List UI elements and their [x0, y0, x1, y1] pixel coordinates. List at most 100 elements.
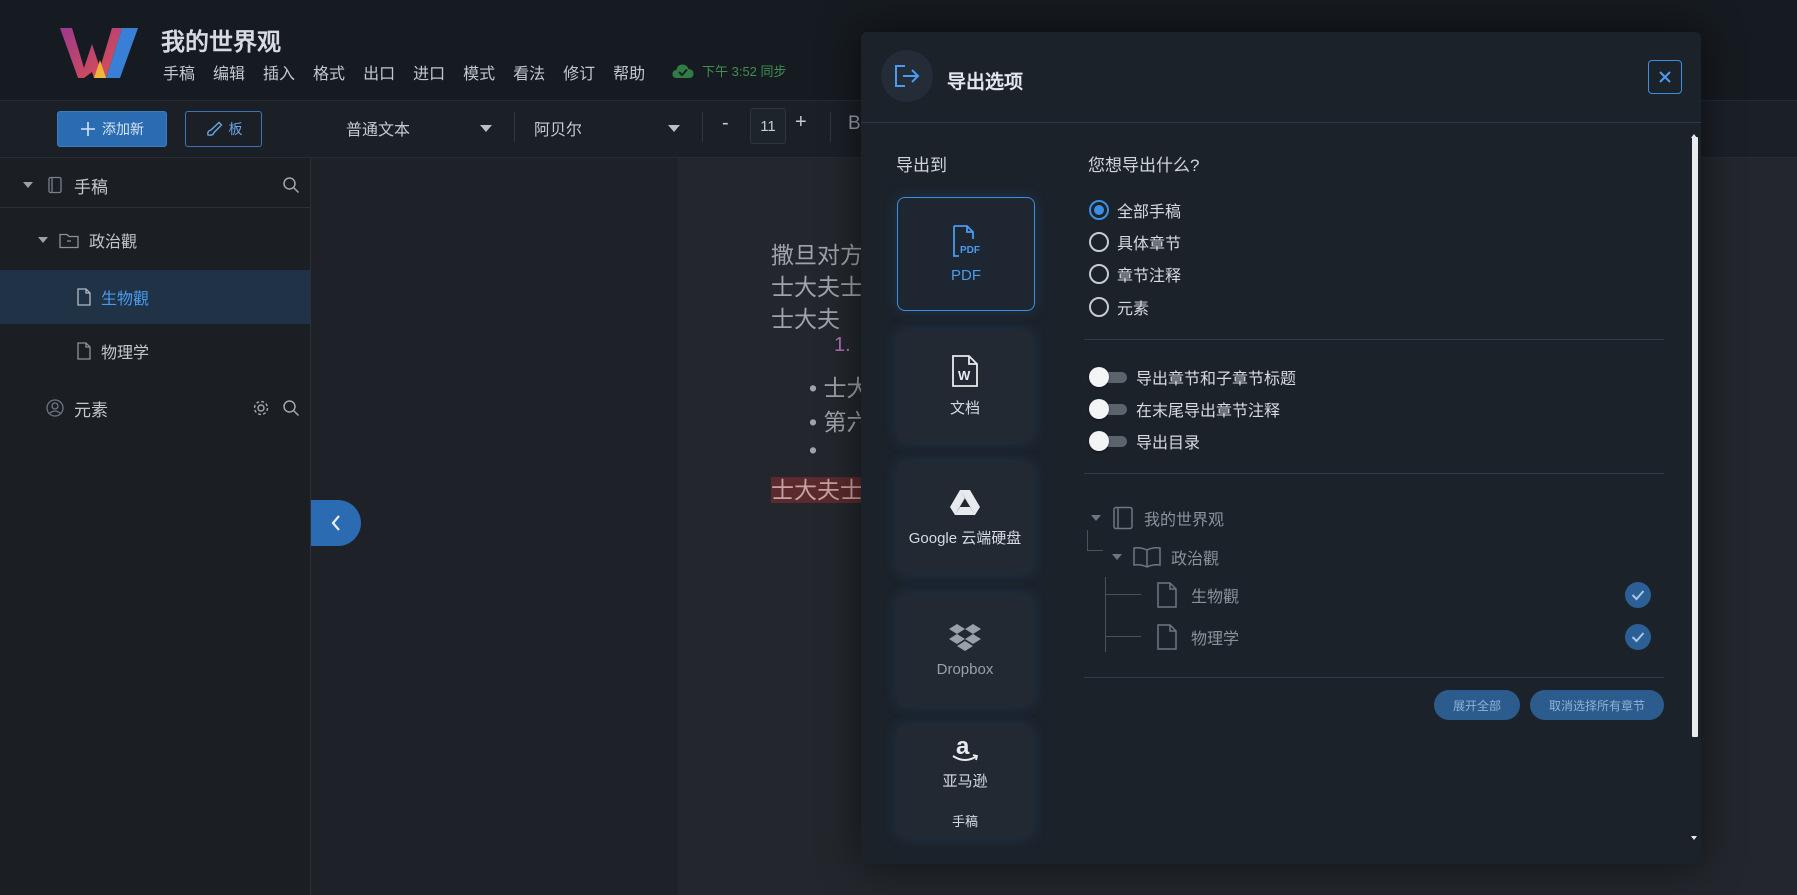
scrollbar-thumb[interactable] [1692, 137, 1698, 737]
toggle-switch[interactable] [1089, 431, 1127, 451]
menu-item-import[interactable]: 进口 [413, 60, 445, 84]
user-circle-icon [46, 399, 64, 417]
tree-connector [1105, 594, 1141, 595]
menu-item-view[interactable]: 看法 [513, 60, 545, 84]
scope-option-chapter-notes[interactable]: 章节注释 [1089, 262, 1181, 286]
paragraph-style-select[interactable]: 普通文本 [346, 113, 492, 143]
caret-down-icon[interactable] [1090, 513, 1102, 523]
sidebar-item-politics-folder[interactable]: 政治觀 [0, 215, 310, 265]
scope-option-full-manuscript[interactable]: 全部手稿 [1089, 198, 1181, 222]
export-target-document[interactable]: W 文档 [897, 330, 1033, 442]
toggle-export-chapter-titles[interactable]: 导出章节和子章节标题 [1089, 365, 1296, 389]
sidebar-item-elements[interactable]: 元素 [0, 384, 310, 432]
caret-down-icon[interactable] [22, 180, 34, 190]
chapter-selected-checkbox[interactable] [1625, 582, 1651, 608]
document-icon [77, 288, 91, 306]
export-target-label: PDF [951, 266, 981, 284]
toolbar-divider [830, 112, 831, 142]
font-size-increase-button[interactable]: + [795, 111, 807, 134]
toggle-label: 导出章节和子章节标题 [1136, 371, 1297, 388]
tree-item-label: 我的世界观 [1144, 512, 1225, 529]
paragraph-style-value: 普通文本 [346, 122, 411, 139]
export-target-dropbox[interactable]: Dropbox [897, 594, 1033, 706]
export-target-google-drive[interactable]: Google 云端硬盘 [897, 462, 1033, 574]
tree-item-doc-physics[interactable]: 物理学 [1157, 624, 1239, 650]
caret-down-icon [668, 124, 680, 132]
toggle-export-toc[interactable]: 导出目录 [1089, 429, 1200, 453]
dialog-title: 导出选项 [947, 72, 1024, 93]
document-line: 士大夫士 [771, 471, 863, 505]
search-icon[interactable] [282, 176, 300, 194]
toggle-switch[interactable] [1089, 399, 1127, 419]
document-icon [77, 342, 91, 360]
sidebar-item-biology[interactable]: 生物觀 [0, 270, 310, 324]
board-button[interactable]: 板 [185, 111, 262, 147]
caret-down-icon[interactable] [1111, 552, 1123, 562]
menu-item-export[interactable]: 出口 [363, 60, 395, 84]
sidebar-item-label: 物理学 [101, 345, 150, 362]
font-size-input[interactable]: 11 [750, 108, 786, 144]
export-icon [881, 50, 933, 102]
menu-item-format[interactable]: 格式 [313, 60, 345, 84]
menu-item-insert[interactable]: 插入 [263, 60, 295, 84]
book-icon [1112, 506, 1134, 530]
caret-down-icon[interactable] [37, 235, 49, 245]
bold-button[interactable]: B [848, 113, 861, 135]
collapse-sidebar-button[interactable] [311, 500, 361, 546]
menu-item-mode[interactable]: 模式 [463, 60, 495, 84]
font-family-value: 阿贝尔 [534, 122, 583, 139]
toggle-switch[interactable] [1089, 367, 1127, 387]
radio-button[interactable] [1089, 297, 1109, 317]
scope-option-specific-chapters[interactable]: 具体章节 [1089, 230, 1181, 254]
radio-button[interactable] [1089, 200, 1109, 220]
document-line: 士大夫 [771, 306, 840, 332]
menu-item-help[interactable]: 帮助 [613, 60, 645, 84]
plus-icon [80, 121, 96, 137]
chevron-left-icon [330, 514, 342, 532]
export-target-amazon[interactable]: a 亚马逊 手稿 [897, 725, 1033, 838]
menu-item-edit[interactable]: 编辑 [213, 60, 245, 84]
book-icon [46, 176, 64, 194]
tree-item-doc-biology[interactable]: 生物觀 [1157, 582, 1239, 608]
font-size-decrease-button[interactable]: - [722, 112, 729, 135]
radio-button[interactable] [1089, 232, 1109, 252]
tree-item-folder[interactable]: 政治觀 [1111, 545, 1219, 569]
gear-icon[interactable] [252, 399, 270, 417]
document-icon [1157, 582, 1177, 608]
export-target-pdf[interactable]: PDF PDF [897, 197, 1035, 311]
font-family-select[interactable]: 阿贝尔 [534, 113, 680, 143]
sidebar-item-label: 政治觀 [89, 234, 138, 251]
sidebar-item-physics[interactable]: 物理学 [0, 328, 310, 374]
google-drive-icon [949, 489, 981, 517]
tree-item-root[interactable]: 我的世界观 [1090, 506, 1224, 530]
menu-item-revision[interactable]: 修订 [563, 60, 595, 84]
toggle-label: 在末尾导出章节注释 [1136, 403, 1281, 420]
tree-connector [1105, 636, 1141, 637]
folder-icon [59, 232, 79, 249]
expand-all-button[interactable]: 展开全部 [1434, 690, 1520, 720]
app-title: 我的世界观 [161, 29, 281, 56]
close-button[interactable] [1648, 60, 1682, 94]
chapter-selected-checkbox[interactable] [1625, 624, 1651, 650]
radio-button[interactable] [1089, 264, 1109, 284]
sync-status-text: 下午 3:52 同步 [702, 64, 787, 79]
export-options-dialog: 导出选项 导出到 PDF PDF W 文档 Google 云端硬盘 Dropbo… [861, 32, 1701, 864]
menu-item-manuscript[interactable]: 手稿 [163, 60, 195, 84]
check-icon [1631, 589, 1645, 601]
export-to-label: 导出到 [896, 156, 947, 175]
toggle-label: 导出目录 [1136, 435, 1201, 452]
toggle-export-notes-at-end[interactable]: 在末尾导出章节注释 [1089, 397, 1280, 421]
scope-option-label: 元素 [1117, 301, 1150, 318]
cloud-check-icon [672, 63, 694, 79]
tree-item-label: 物理学 [1191, 631, 1240, 648]
section-divider [1084, 677, 1664, 678]
sidebar-item-manuscript[interactable]: 手稿 [0, 163, 310, 208]
scope-option-label: 章节注释 [1117, 268, 1182, 285]
export-target-label: 文档 [949, 399, 980, 417]
add-new-button[interactable]: 添加新 [57, 111, 167, 147]
search-icon[interactable] [282, 399, 300, 417]
tree-connector [1087, 550, 1103, 551]
deselect-all-chapters-button[interactable]: 取消选择所有章节 [1530, 690, 1664, 720]
svg-text:a: a [956, 734, 970, 760]
scope-option-elements[interactable]: 元素 [1089, 295, 1149, 319]
